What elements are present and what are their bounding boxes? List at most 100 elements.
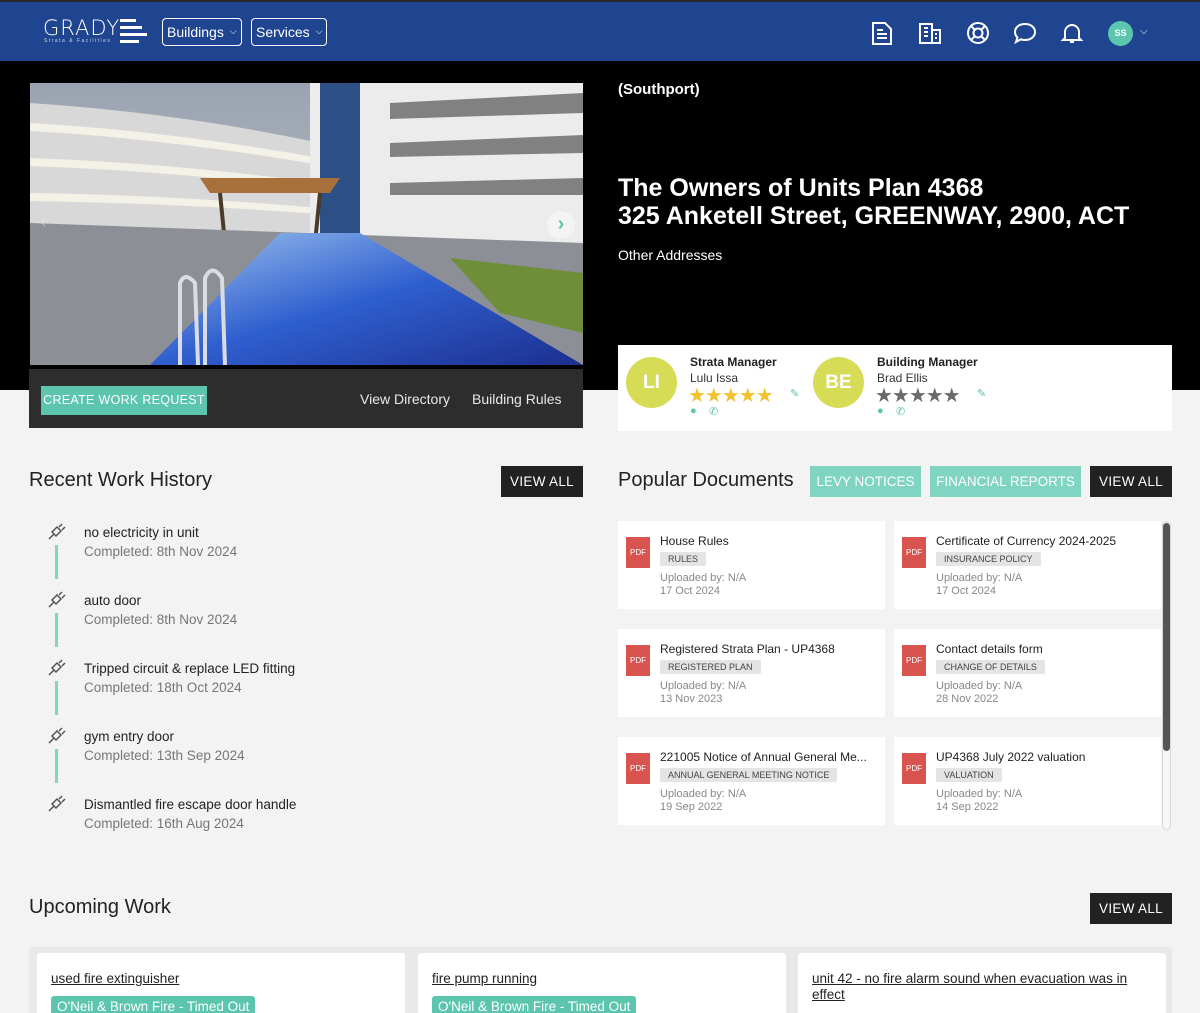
work-item-date: Completed: 18th Oct 2024 bbox=[84, 680, 242, 695]
document-uploader: Uploaded by: N/A bbox=[936, 572, 1023, 584]
plug-icon bbox=[48, 727, 66, 744]
photo-next-arrow-icon[interactable]: › bbox=[547, 211, 575, 239]
plug-icon bbox=[48, 795, 66, 812]
work-history-item[interactable]: no electricity in unit Completed: 8th No… bbox=[46, 521, 446, 579]
document-category-badge: INSURANCE POLICY bbox=[936, 552, 1041, 566]
chat-icon[interactable]: ● bbox=[877, 405, 884, 417]
document-title: Registered Strata Plan - UP4368 bbox=[660, 642, 835, 656]
document-uploader: Uploaded by: N/A bbox=[660, 680, 747, 692]
work-history-item[interactable]: gym entry door Completed: 13th Sep 2024 bbox=[46, 725, 446, 783]
strata-manager-role: Strata Manager bbox=[690, 355, 777, 369]
document-icon[interactable] bbox=[869, 20, 895, 46]
building-rules-link[interactable]: Building Rules bbox=[472, 391, 562, 407]
document-card[interactable]: PDF Certificate of Currency 2024-2025 IN… bbox=[894, 521, 1161, 609]
building-action-bar: CREATE WORK REQUEST View Directory Build… bbox=[29, 369, 583, 428]
contractor-status-badge: O'Neil & Brown Fire - Timed Out bbox=[432, 996, 637, 1013]
photo-prev-arrow-icon[interactable]: ‹ bbox=[40, 211, 64, 239]
bell-icon[interactable] bbox=[1059, 20, 1085, 46]
document-date: 17 Oct 2024 bbox=[936, 585, 996, 597]
view-directory-link[interactable]: View Directory bbox=[360, 391, 450, 407]
upcoming-view-all-button[interactable]: VIEW ALL bbox=[1090, 893, 1172, 924]
document-card[interactable]: PDF Registered Strata Plan - UP4368 REGI… bbox=[618, 629, 885, 717]
buildings-dropdown[interactable]: Buildings ⌵ bbox=[162, 18, 242, 46]
document-date: 19 Sep 2022 bbox=[660, 801, 723, 813]
documents-view-all-button[interactable]: VIEW ALL bbox=[1090, 466, 1172, 497]
upcoming-work-title-link[interactable]: used fire extinguisher bbox=[51, 971, 179, 987]
building-manager-avatar: BE bbox=[813, 357, 864, 408]
chat-icon[interactable] bbox=[1012, 20, 1038, 46]
logo-text: GRADY bbox=[43, 16, 121, 40]
plug-icon bbox=[48, 659, 66, 676]
document-card[interactable]: PDF House Rules RULES Uploaded by: N/A 1… bbox=[618, 521, 885, 609]
building-suburb: (Southport) bbox=[618, 81, 700, 98]
upcoming-work-title-link[interactable]: unit 42 - no fire alarm sound when evacu… bbox=[812, 971, 1142, 1003]
document-title: Certificate of Currency 2024-2025 bbox=[936, 534, 1117, 548]
services-dropdown[interactable]: Services ⌵ bbox=[251, 18, 327, 46]
document-uploader: Uploaded by: N/A bbox=[660, 788, 747, 800]
work-history-item[interactable]: auto door Completed: 8th Nov 2024 bbox=[46, 589, 446, 647]
other-addresses-link[interactable]: Other Addresses bbox=[618, 247, 722, 263]
managers-card: LI Strata Manager Lulu Issa ★★★★★ ✎ ● ✆ … bbox=[618, 345, 1172, 431]
building-icon[interactable] bbox=[917, 20, 943, 46]
upcoming-work-card[interactable]: unit 42 - no fire alarm sound when evacu… bbox=[798, 953, 1166, 1013]
recent-work-view-all-button[interactable]: VIEW ALL bbox=[501, 466, 583, 497]
document-uploader: Uploaded by: N/A bbox=[936, 788, 1023, 800]
pencil-icon[interactable]: ✎ bbox=[977, 387, 986, 400]
plug-icon bbox=[48, 523, 66, 540]
levy-notices-button[interactable]: LEVY NOTICES bbox=[810, 466, 921, 497]
strata-manager-rating[interactable]: ★★★★★ bbox=[688, 383, 774, 408]
logo-subtext: Strata & Facilities bbox=[44, 38, 112, 44]
document-title: House Rules bbox=[660, 534, 729, 548]
pencil-icon[interactable]: ✎ bbox=[790, 387, 799, 400]
document-card[interactable]: PDF Contact details form CHANGE OF DETAI… bbox=[894, 629, 1161, 717]
user-avatar[interactable]: SS bbox=[1108, 21, 1133, 46]
plug-icon bbox=[48, 591, 66, 608]
building-manager-role: Building Manager bbox=[877, 355, 978, 369]
buildings-dropdown-label: Buildings bbox=[167, 24, 224, 40]
chat-icon[interactable]: ● bbox=[690, 405, 697, 417]
phone-icon[interactable]: ✆ bbox=[896, 405, 905, 418]
timeline-line bbox=[55, 749, 58, 783]
document-card[interactable]: PDF 221005 Notice of Annual General Me..… bbox=[618, 737, 885, 825]
pdf-icon: PDF bbox=[626, 645, 650, 676]
document-date: 14 Sep 2022 bbox=[936, 801, 999, 813]
document-category-badge: VALUATION bbox=[936, 768, 1002, 782]
contractor-status-badge: O'Neil & Brown Fire - Timed Out bbox=[51, 996, 256, 1013]
work-history-item[interactable]: Dismantled fire escape door handle Compl… bbox=[46, 793, 446, 843]
building-address: 325 Anketell Street, GREENWAY, 2900, ACT bbox=[618, 202, 1130, 230]
document-date: 28 Nov 2022 bbox=[936, 693, 999, 705]
work-item-title: gym entry door bbox=[84, 729, 175, 744]
support-icon[interactable] bbox=[965, 20, 991, 46]
financial-reports-button[interactable]: FINANCIAL REPORTS bbox=[930, 466, 1081, 497]
building-title: The Owners of Units Plan 4368 325 Ankete… bbox=[618, 174, 1129, 230]
phone-icon[interactable]: ✆ bbox=[709, 405, 718, 418]
grady-logo[interactable]: GRADY Strata & Facilities bbox=[43, 16, 149, 46]
pdf-icon: PDF bbox=[626, 537, 650, 568]
document-category-badge: RULES bbox=[660, 552, 707, 566]
upcoming-work-title-link[interactable]: fire pump running bbox=[432, 971, 537, 987]
chevron-down-icon[interactable]: ⌵ bbox=[1140, 26, 1148, 37]
document-title: Contact details form bbox=[936, 642, 1043, 656]
services-dropdown-label: Services bbox=[256, 24, 310, 40]
pdf-icon: PDF bbox=[626, 753, 650, 784]
work-item-title: no electricity in unit bbox=[84, 525, 199, 540]
work-history-item[interactable]: Tripped circuit & replace LED fitting Co… bbox=[46, 657, 446, 715]
document-card[interactable]: PDF UP4368 July 2022 valuation VALUATION… bbox=[894, 737, 1161, 825]
document-date: 17 Oct 2024 bbox=[660, 585, 720, 597]
documents-scrollbar-thumb[interactable] bbox=[1163, 523, 1170, 751]
document-uploader: Uploaded by: N/A bbox=[660, 572, 747, 584]
upcoming-work-card[interactable]: fire pump running O'Neil & Brown Fire - … bbox=[418, 953, 786, 1013]
document-category-badge: CHANGE OF DETAILS bbox=[936, 660, 1045, 674]
document-category-badge: ANNUAL GENERAL MEETING NOTICE bbox=[660, 768, 838, 782]
document-title: UP4368 July 2022 valuation bbox=[936, 750, 1086, 764]
upcoming-work-card[interactable]: used fire extinguisher O'Neil & Brown Fi… bbox=[37, 953, 405, 1013]
building-manager-rating[interactable]: ★★★★★ bbox=[875, 383, 961, 408]
documents-grid: PDF House Rules RULES Uploaded by: N/A 1… bbox=[618, 521, 1172, 831]
work-item-title: Tripped circuit & replace LED fitting bbox=[84, 661, 296, 676]
create-work-request-button[interactable]: CREATE WORK REQUEST bbox=[41, 386, 207, 415]
pdf-icon: PDF bbox=[902, 753, 926, 784]
work-item-date: Completed: 8th Nov 2024 bbox=[84, 544, 238, 559]
building-photo: ‹ › bbox=[30, 83, 583, 365]
work-item-date: Completed: 16th Aug 2024 bbox=[84, 816, 244, 831]
building-title-line1: The Owners of Units Plan 4368 bbox=[618, 174, 984, 202]
